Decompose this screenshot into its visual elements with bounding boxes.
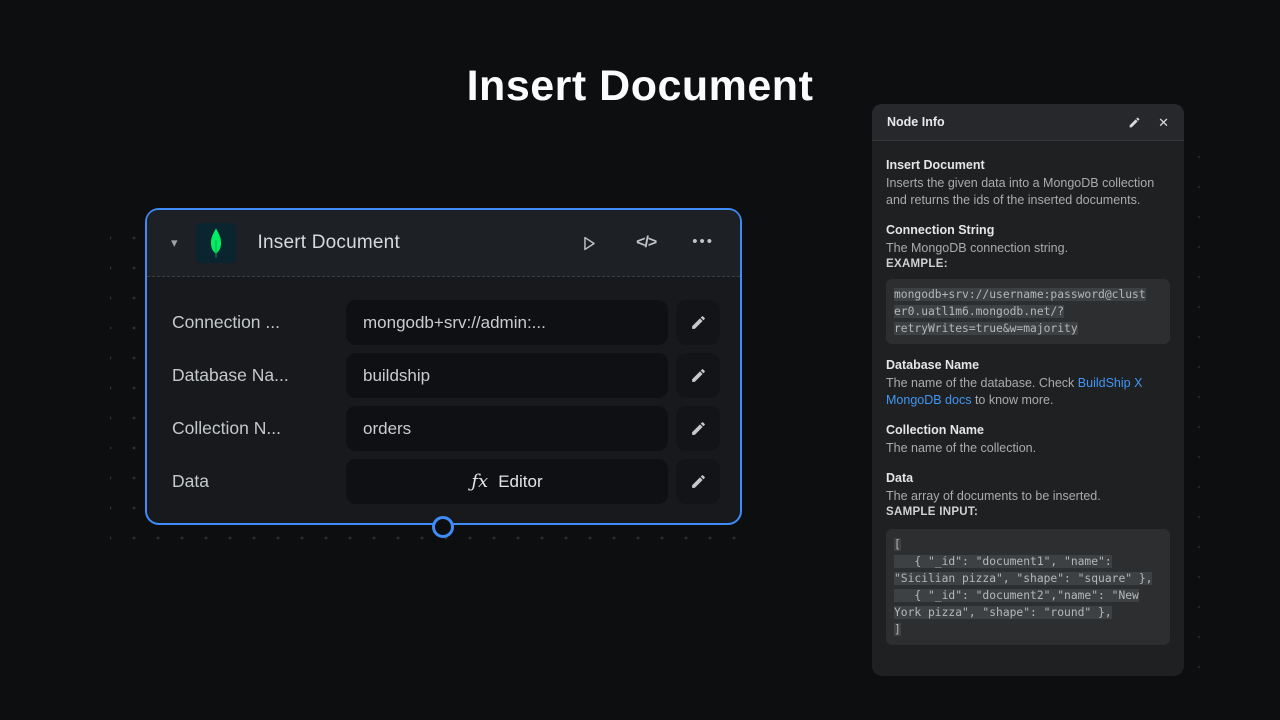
row-database-name: Database Na... buildship (172, 353, 718, 398)
data-label: Data (172, 471, 346, 492)
canvas-dot-grid-right (1186, 140, 1200, 670)
node-info-panel-header: Node Info ✕ (872, 104, 1184, 141)
fx-icon: ƒx (471, 471, 488, 492)
node-title: Insert Document (258, 232, 400, 254)
node-body: Connection ... mongodb+srv://admin:... D… (147, 277, 740, 504)
mongodb-leaf-icon (208, 227, 224, 259)
row-data: Data ƒx Editor (172, 459, 718, 504)
code-line: mongodb+srv://username:password@clust (894, 288, 1146, 301)
database-name-description: The name of the database. Check BuildShi… (886, 375, 1170, 409)
collection-name-value: orders (363, 419, 411, 439)
edit-database-name-button[interactable] (676, 353, 720, 398)
code-line: { "_id": "document2","name": "New (894, 589, 1139, 602)
row-connection-string: Connection ... mongodb+srv://admin:... (172, 300, 718, 345)
editor-button-label: Editor (498, 472, 542, 492)
pencil-icon (690, 473, 707, 490)
node-output-connector[interactable] (432, 516, 454, 538)
database-name-label: Database Na... (172, 365, 346, 386)
code-line: [ (894, 538, 901, 551)
node-info-panel: Node Info ✕ Insert Document Inserts the … (872, 104, 1184, 676)
data-heading: Data (886, 471, 1170, 485)
connection-string-label: Connection ... (172, 312, 346, 333)
data-editor-button[interactable]: ƒx Editor (346, 459, 668, 504)
pencil-icon (690, 367, 707, 384)
pencil-icon (1128, 116, 1141, 129)
connection-string-value: mongodb+srv://admin:... (363, 313, 546, 333)
pencil-icon (690, 314, 707, 331)
database-name-heading: Database Name (886, 358, 1170, 372)
example-label: EXAMPLE: (886, 258, 1170, 270)
database-name-value: buildship (363, 366, 430, 386)
collapse-chevron-icon[interactable]: ▾ (171, 235, 178, 251)
panel-title: Node Info (887, 115, 945, 129)
database-name-input[interactable]: buildship (346, 353, 668, 398)
close-panel-button[interactable]: ✕ (1158, 116, 1169, 129)
pencil-icon (690, 420, 707, 437)
section-data: Data The array of documents to be insert… (886, 471, 1170, 645)
edit-info-button[interactable] (1128, 116, 1141, 129)
panel-body: Insert Document Inserts the given data i… (872, 141, 1184, 645)
more-options-button[interactable]: ••• (692, 233, 714, 254)
description-text: to know more. (971, 393, 1053, 407)
connection-string-input[interactable]: mongodb+srv://admin:... (346, 300, 668, 345)
section-connection-string: Connection String The MongoDB connection… (886, 223, 1170, 344)
edit-connection-string-button[interactable] (676, 300, 720, 345)
sample-input-code: [ { "_id": "document1", "name": "Sicilia… (886, 529, 1170, 645)
connection-string-heading: Connection String (886, 223, 1170, 237)
node-header: ▾ Insert Document </> ••• (147, 210, 740, 277)
about-heading: Insert Document (886, 158, 1170, 172)
connection-string-description: The MongoDB connection string. (886, 240, 1170, 257)
run-node-button[interactable] (579, 234, 598, 253)
collection-name-label: Collection N... (172, 418, 346, 439)
description-text: The name of the database. Check (886, 376, 1078, 390)
view-code-button[interactable]: </> (636, 234, 656, 252)
insert-document-node[interactable]: ▾ Insert Document </> ••• Connection ...… (145, 208, 742, 525)
about-description: Inserts the given data into a MongoDB co… (886, 175, 1170, 209)
code-line: er0.uatl1m6.mongodb.net/? (894, 305, 1064, 318)
code-line: ] (894, 623, 901, 636)
edit-collection-name-button[interactable] (676, 406, 720, 451)
connection-string-example-code: mongodb+srv://username:password@clust er… (886, 279, 1170, 344)
section-collection-name: Collection Name The name of the collecti… (886, 423, 1170, 457)
row-collection-name: Collection N... orders (172, 406, 718, 451)
code-line: { "_id": "document1", "name": (894, 555, 1112, 568)
code-line: York pizza", "shape": "round" }, (894, 606, 1112, 619)
data-description: The array of documents to be inserted. (886, 488, 1170, 505)
edit-data-button[interactable] (676, 459, 720, 504)
sample-input-label: SAMPLE INPUT: (886, 506, 1170, 518)
code-line: retryWrites=true&w=majority (894, 322, 1078, 335)
code-line: "Sicilian pizza", "shape": "square" }, (894, 572, 1152, 585)
collection-name-input[interactable]: orders (346, 406, 668, 451)
collection-name-description: The name of the collection. (886, 440, 1170, 457)
section-database-name: Database Name The name of the database. … (886, 358, 1170, 409)
mongodb-logo-badge (196, 223, 236, 263)
section-about: Insert Document Inserts the given data i… (886, 158, 1170, 209)
collection-name-heading: Collection Name (886, 423, 1170, 437)
